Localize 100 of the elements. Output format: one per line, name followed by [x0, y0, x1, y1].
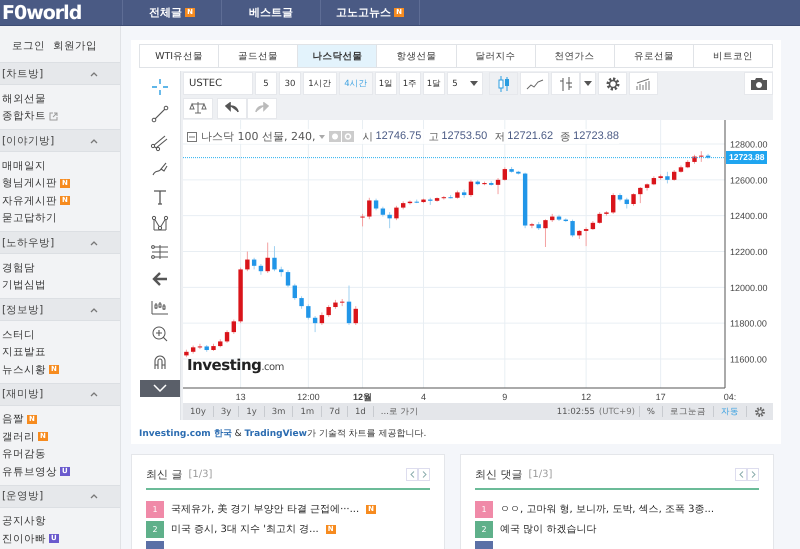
candlestick [468, 179, 474, 198]
nav-link[interactable]: 고노고뉴스 [336, 5, 392, 20]
sidebar-link[interactable]: 공지사항 [2, 514, 46, 528]
collapse-toolbar-button[interactable] [140, 380, 180, 396]
range-button[interactable]: 10y [183, 406, 213, 416]
sidebar-link[interactable]: 경험담 [2, 260, 35, 275]
chevron-right-icon [422, 471, 426, 478]
interval-button[interactable]: 1달 [423, 72, 445, 95]
range-button[interactable]: 3y [214, 406, 238, 416]
bar-chart-icon[interactable] [629, 72, 658, 95]
sidebar-link[interactable]: 매매일지 [2, 158, 46, 173]
section-header[interactable]: [차트방] [0, 62, 120, 85]
candlestick [374, 198, 378, 211]
sidebar-link[interactable]: 진이아빠 [2, 532, 46, 546]
candlestick [326, 304, 331, 318]
scale-toggle[interactable]: % [640, 406, 662, 416]
line-chart-icon[interactable] [520, 72, 549, 95]
auth-link[interactable]: 회원가입 [53, 39, 97, 53]
candlestick [394, 205, 399, 221]
dropdown-button[interactable] [580, 72, 596, 95]
section-header[interactable]: [재미방] [0, 382, 120, 406]
candlestick [665, 171, 670, 184]
range-button[interactable]: 3m [264, 406, 292, 416]
symbol-field[interactable]: USTEC [183, 72, 253, 95]
candlestick [631, 192, 636, 206]
candlestick [380, 206, 386, 218]
sidebar-link[interactable]: 음짤 [2, 412, 24, 426]
sidebar-link[interactable]: 기법심법 [2, 278, 46, 292]
section-header[interactable]: [이야기방] [0, 129, 120, 152]
candlestick [258, 264, 264, 276]
price-label: 12800.00 [730, 140, 768, 150]
scale-icon[interactable] [183, 98, 213, 118]
interval-select[interactable]: 5 [447, 72, 483, 95]
interval-button[interactable]: 1주 [399, 72, 421, 95]
nav-link[interactable]: 전체글 [149, 5, 182, 20]
sidebar-link[interactable]: 형님게시판 [2, 176, 57, 190]
section-title: [차트방] [2, 66, 44, 80]
candlestick [570, 219, 575, 238]
interval-button[interactable]: 5 [255, 72, 277, 95]
price-label: 12000.00 [730, 282, 768, 293]
market-tab[interactable]: 나스닥선물 [297, 45, 376, 67]
price-label: 12400.00 [730, 211, 768, 222]
candlestick [496, 178, 500, 195]
settings-icon[interactable] [598, 72, 627, 95]
time-label: 12:00 [297, 392, 320, 402]
time-label: 17 [656, 392, 666, 402]
post-link[interactable]: 국제유가, 美 경기 부양안 타결 근접에···... [171, 502, 360, 516]
candlestick [611, 192, 616, 214]
site-logo[interactable]: F0world [0, 0, 122, 25]
price-label: 11800.00 [730, 318, 767, 329]
rank-badge: 2 [146, 520, 164, 538]
candlestick [387, 212, 392, 229]
candlestick [638, 186, 643, 204]
symbol-title: 나스닥 100 선물, 240, [201, 129, 316, 144]
price-label: 12600.00 [730, 175, 768, 186]
ohlc-value: 12723.88 [573, 130, 620, 144]
post-link[interactable]: 예국 많이 하겠습니다 [500, 522, 596, 536]
investing-link[interactable]: Investing.com 한국 [139, 429, 232, 439]
sidebar-link[interactable]: 갤러리 [2, 430, 35, 444]
ohlc-value: 12746.75 [375, 130, 422, 144]
range-button[interactable]: 7d [322, 406, 347, 416]
undo-icon[interactable] [217, 98, 247, 118]
camera-icon[interactable] [744, 72, 773, 95]
range-button[interactable]: 1d [348, 406, 373, 416]
timezone-label[interactable]: (UTC+9) [594, 406, 639, 416]
collapse-legend-icon[interactable] [187, 132, 197, 142]
sidebar-link[interactable]: 묻고답하기 [2, 211, 57, 226]
nav-link[interactable]: 베스트글 [249, 5, 293, 20]
sidebar-link[interactable]: 유머감동 [2, 447, 46, 462]
ohlc-label: 고 [428, 130, 440, 144]
price-label: 11600.00 [730, 354, 767, 364]
auth-link[interactable]: 로그인 [12, 39, 45, 53]
sidebar-link[interactable]: 유튜브영상 [2, 464, 57, 479]
sidebar-link[interactable]: 지표발표 [2, 345, 46, 360]
card-title: 최신 글 [146, 467, 182, 482]
card-title: 최신 댓글 [475, 467, 522, 482]
sidebar-link[interactable]: 해외선물 [2, 92, 46, 106]
section-header[interactable]: [정보방] [0, 298, 120, 321]
tradingview-link[interactable]: TradingView [244, 429, 307, 439]
section-title: [운영방] [2, 489, 44, 503]
scale-toggle[interactable]: 로그눈금 [663, 406, 713, 418]
sidebar-link[interactable]: 자유게시판 [2, 194, 57, 208]
post-link[interactable]: 미국 증시, 3대 지수 '최고치 경... [171, 522, 319, 536]
candlestick [292, 283, 297, 300]
section-header[interactable]: [운영방] [0, 484, 120, 508]
range-button[interactable]: 1m [293, 406, 322, 416]
interval-button[interactable]: 1시간 [303, 72, 337, 95]
section-header[interactable]: [노하우방] [0, 231, 120, 254]
sidebar-link[interactable]: 스터디 [2, 328, 35, 342]
sidebar-link[interactable]: 뉴스시황 [2, 362, 46, 377]
candlestick [224, 330, 230, 344]
candlestick-icon[interactable] [489, 72, 518, 95]
goto-button[interactable]: ...로 가기 [374, 406, 426, 418]
current-price-badge: 12723.88 [726, 150, 768, 164]
sidebar-link[interactable]: 종합차트 [2, 109, 46, 124]
interval-button[interactable]: 30 [279, 72, 301, 95]
candlestick [320, 312, 324, 326]
post-link[interactable]: ㅇㅇ, 고마워 형, 보니까, 도박, 섹스, 조폭 3종... [500, 502, 714, 516]
interval-button[interactable]: 1일 [375, 72, 397, 95]
range-button[interactable]: 1y [239, 406, 264, 416]
